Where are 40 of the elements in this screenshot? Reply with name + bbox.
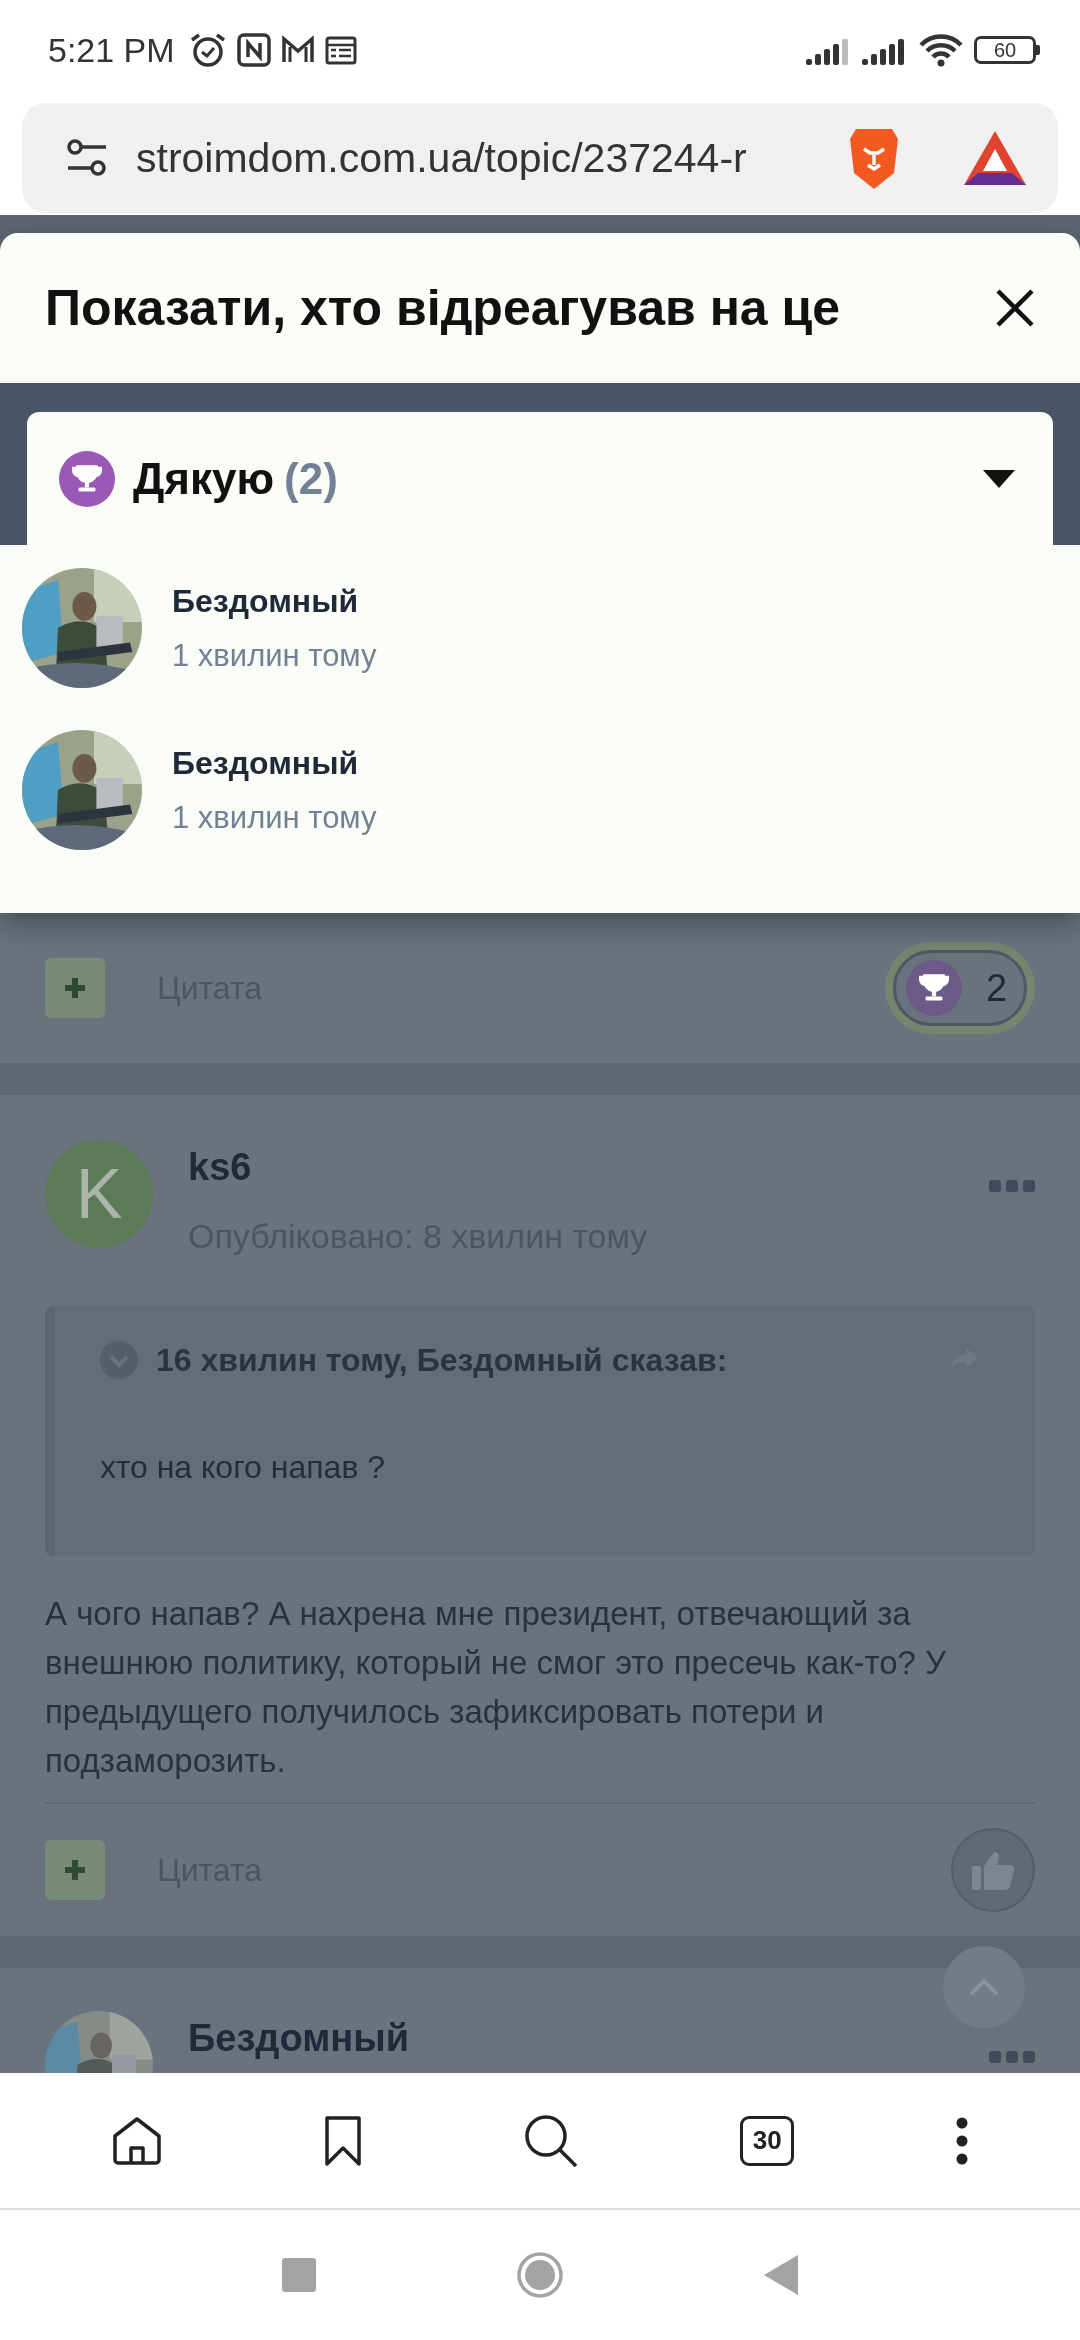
more-options-icon[interactable] (989, 2049, 1035, 2065)
home-button[interactable] (516, 2251, 564, 2299)
home-icon[interactable] (110, 2115, 163, 2166)
caret-icon (983, 469, 1015, 488)
address-field[interactable]: stroimdom.com.ua/topic/237244-r (22, 103, 1058, 213)
mail-icon (280, 35, 315, 65)
add-button[interactable] (45, 1840, 105, 1900)
menu-icon[interactable] (955, 2116, 970, 2165)
sheet-title: Показати, хто відреагував на це (45, 279, 841, 337)
reaction-time: 1 хвилин тому (172, 637, 377, 674)
reaction-time: 1 хвилин тому (172, 799, 377, 836)
user-name: Бездомный (172, 744, 360, 782)
tab-counter-button[interactable]: 30 (740, 2115, 795, 2166)
user-list-item[interactable]: Бездомный 1 хвилин тому (22, 709, 1080, 871)
nfc-icon (236, 33, 271, 67)
battery-indicator: 60 (974, 36, 1036, 64)
clock-time: 5:21 PM (48, 30, 175, 70)
search-icon[interactable] (522, 2112, 579, 2169)
triangle-icon[interactable] (962, 129, 1028, 187)
back-button[interactable] (764, 2255, 798, 2295)
url-text: stroimdom.com.ua/topic/237244-r (136, 134, 748, 182)
calendar-icon (324, 35, 357, 65)
close-icon[interactable] (995, 288, 1035, 328)
post-text: А чого напав? А нахрена мне президент, отвечающий за внешнюю политику, который не смог это пресечь как-то? У предыдущего получилось зафиксировать потери и подзаморозить. (45, 1589, 1035, 1804)
alarm-icon (188, 32, 227, 68)
settings-icon[interactable] (66, 138, 108, 178)
plus-icon (63, 976, 87, 1000)
user-name: Бездомный (172, 582, 360, 620)
avatar: K (45, 1140, 153, 1248)
more-options-icon[interactable] (989, 1178, 1035, 1194)
user-list-item[interactable]: Бездомный 1 хвилин тому (22, 547, 1080, 709)
bookmark-icon[interactable] (323, 2115, 362, 2166)
trophy-icon (906, 960, 962, 1016)
reaction-dropdown[interactable]: Дякую (2) (27, 412, 1053, 545)
plus-icon (63, 1858, 87, 1882)
wifi-icon (918, 33, 964, 67)
quote-header: 16 хвилин тому, Бездомный сказав: (156, 1341, 728, 1379)
trophy-icon (59, 450, 115, 507)
add-button[interactable] (45, 958, 105, 1018)
quote-text: хто на кого напав ? (100, 1449, 387, 1486)
